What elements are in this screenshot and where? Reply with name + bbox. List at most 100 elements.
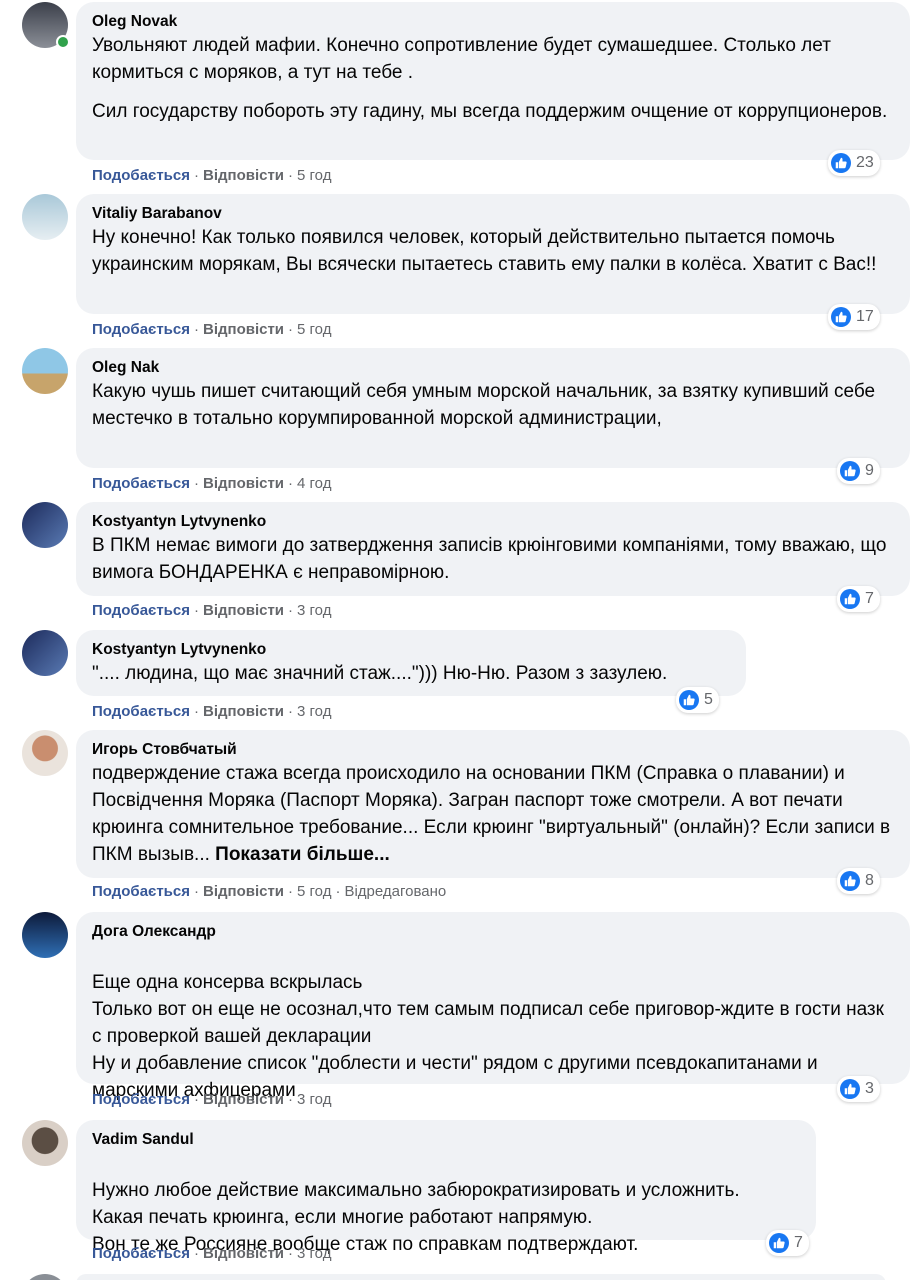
reply-button[interactable]: Відповісти: [203, 703, 284, 720]
separator: ·: [288, 602, 294, 619]
reply-button[interactable]: Відповісти: [203, 602, 284, 619]
comment-timestamp[interactable]: 4 год: [297, 475, 331, 492]
separator: ·: [288, 167, 294, 184]
comment-author[interactable]: Kostyantyn Lytvynenko: [92, 511, 894, 532]
like-icon: [840, 1079, 860, 1099]
comment-timestamp[interactable]: 3 год: [297, 703, 331, 720]
separator: ·: [335, 883, 341, 900]
reaction-count-value: 7: [794, 1234, 803, 1251]
separator: ·: [288, 1091, 294, 1108]
comment-author[interactable]: Vitaliy Barabanov: [92, 203, 894, 224]
separator: ·: [288, 475, 294, 492]
comment-paragraph: Какую чушь пишет считающий себя умным мо…: [92, 381, 876, 429]
avatar[interactable]: [22, 912, 68, 958]
reaction-count[interactable]: 5: [676, 687, 719, 713]
comment-timestamp[interactable]: 3 год: [297, 602, 331, 619]
reaction-count-value: 5: [704, 691, 713, 708]
like-button[interactable]: Подобається: [92, 703, 190, 720]
separator: ·: [193, 703, 199, 720]
next-comment-bubble: [76, 1274, 886, 1280]
see-more-link[interactable]: Показати більше...: [215, 844, 390, 865]
comment-actions: Подобається · Відповісти · 3 год: [92, 1090, 331, 1110]
comment-actions: Подобається · Відповісти · 5 год: [92, 320, 331, 340]
like-icon: [840, 461, 860, 481]
reaction-count[interactable]: 7: [766, 1230, 809, 1256]
comment-bubble: Kostyantyn Lytvynenko ".... людина, що м…: [76, 630, 746, 696]
comment-author[interactable]: Игорь Стовбчатый: [92, 739, 894, 760]
like-icon: [769, 1233, 789, 1253]
reply-button[interactable]: Відповісти: [203, 167, 284, 184]
separator: ·: [288, 321, 294, 338]
comment-paragraph: Еще одна консерва вскрылась Только вот о…: [92, 972, 884, 1101]
avatar[interactable]: [22, 502, 68, 548]
comment-bubble: Vadim Sandul Нужно любое действие максим…: [76, 1120, 816, 1255]
comment-text: Увольняют людей мафии. Конечно сопротивл…: [92, 32, 894, 125]
avatar[interactable]: [22, 730, 68, 776]
comment-author[interactable]: Дога Олександр: [92, 921, 894, 942]
comment-paragraph: ".... людина, що має значний стаж...."))…: [92, 663, 668, 684]
separator: ·: [288, 1245, 294, 1262]
reaction-count-value: 7: [865, 590, 874, 607]
reply-button[interactable]: Відповісти: [203, 475, 284, 492]
comment-paragraph: В ПКМ немає вимоги до затвердження запис…: [92, 535, 887, 583]
separator: ·: [288, 703, 294, 720]
reaction-count[interactable]: 3: [837, 1076, 880, 1102]
comment-timestamp[interactable]: 3 год: [297, 1091, 331, 1108]
comment-timestamp[interactable]: 3 год: [297, 1245, 331, 1262]
separator: ·: [193, 321, 199, 338]
like-button[interactable]: Подобається: [92, 475, 190, 492]
like-button[interactable]: Подобається: [92, 602, 190, 619]
like-button[interactable]: Подобається: [92, 1245, 190, 1262]
separator: ·: [193, 475, 199, 492]
like-icon: [840, 871, 860, 891]
separator: ·: [193, 167, 199, 184]
comment-bubble: Игорь Стовбчатый подверждение стажа всег…: [76, 730, 910, 878]
reply-button[interactable]: Відповісти: [203, 883, 284, 900]
reaction-count[interactable]: 8: [837, 868, 880, 894]
comment-bubble: Oleg Novak Увольняют людей мафии. Конечн…: [76, 2, 910, 160]
like-button[interactable]: Подобається: [92, 883, 190, 900]
reaction-count-value: 23: [856, 154, 874, 171]
separator: ·: [193, 1245, 199, 1262]
reply-button[interactable]: Відповісти: [203, 1091, 284, 1108]
comment-text: Ну конечно! Как только появился человек,…: [92, 224, 894, 278]
comment-bubble: Дога Олександр Еще одна консерва вскрыла…: [76, 912, 910, 1101]
comment-bubble: Kostyantyn Lytvynenko В ПКМ немає вимоги…: [76, 502, 910, 596]
comment-author[interactable]: Kostyantyn Lytvynenko: [92, 639, 730, 660]
reaction-count[interactable]: 9: [837, 458, 880, 484]
comment-paragraph: Ну конечно! Как только появился человек,…: [92, 227, 877, 275]
reaction-count[interactable]: 7: [837, 586, 880, 612]
like-icon: [679, 690, 699, 710]
avatar[interactable]: [22, 1120, 68, 1166]
like-button[interactable]: Подобається: [92, 321, 190, 338]
comment-actions: Подобається · Відповісти · 3 год: [92, 1244, 331, 1264]
comment-author[interactable]: Vadim Sandul: [92, 1129, 800, 1150]
like-icon: [831, 307, 851, 327]
next-comment-avatar[interactable]: [22, 1274, 68, 1280]
like-icon: [831, 153, 851, 173]
comment-paragraph: Сил государству побороть эту гадину, мы …: [92, 101, 888, 122]
like-button[interactable]: Подобається: [92, 1091, 190, 1108]
comment-author[interactable]: Oleg Nak: [92, 357, 894, 378]
reply-button[interactable]: Відповісти: [203, 1245, 284, 1262]
comment-text: подверждение стажа всегда происходило на…: [92, 760, 894, 868]
reaction-count[interactable]: 17: [828, 304, 880, 330]
like-button[interactable]: Подобається: [92, 167, 190, 184]
online-status-indicator: [56, 35, 70, 49]
reaction-count-value: 9: [865, 462, 874, 479]
comment-timestamp[interactable]: 5 год: [297, 883, 331, 900]
comment-timestamp[interactable]: 5 год: [297, 321, 331, 338]
avatar[interactable]: [22, 630, 68, 676]
comment-actions: Подобається · Відповісти · 5 год · Відредагова…: [92, 882, 446, 902]
comment-timestamp[interactable]: 5 год: [297, 167, 331, 184]
separator: ·: [193, 602, 199, 619]
comment-author[interactable]: Oleg Novak: [92, 11, 894, 32]
avatar[interactable]: [22, 348, 68, 394]
comment-text: В ПКМ немає вимоги до затвердження запис…: [92, 532, 894, 586]
reaction-count[interactable]: 23: [828, 150, 880, 176]
reply-button[interactable]: Відповісти: [203, 321, 284, 338]
comment-actions: Подобається · Відповісти · 5 год: [92, 166, 331, 186]
comment-text: Какую чушь пишет считающий себя умным мо…: [92, 378, 894, 432]
avatar[interactable]: [22, 194, 68, 240]
comment-paragraph-text: подверждение стажа всегда происходило на…: [92, 763, 891, 865]
